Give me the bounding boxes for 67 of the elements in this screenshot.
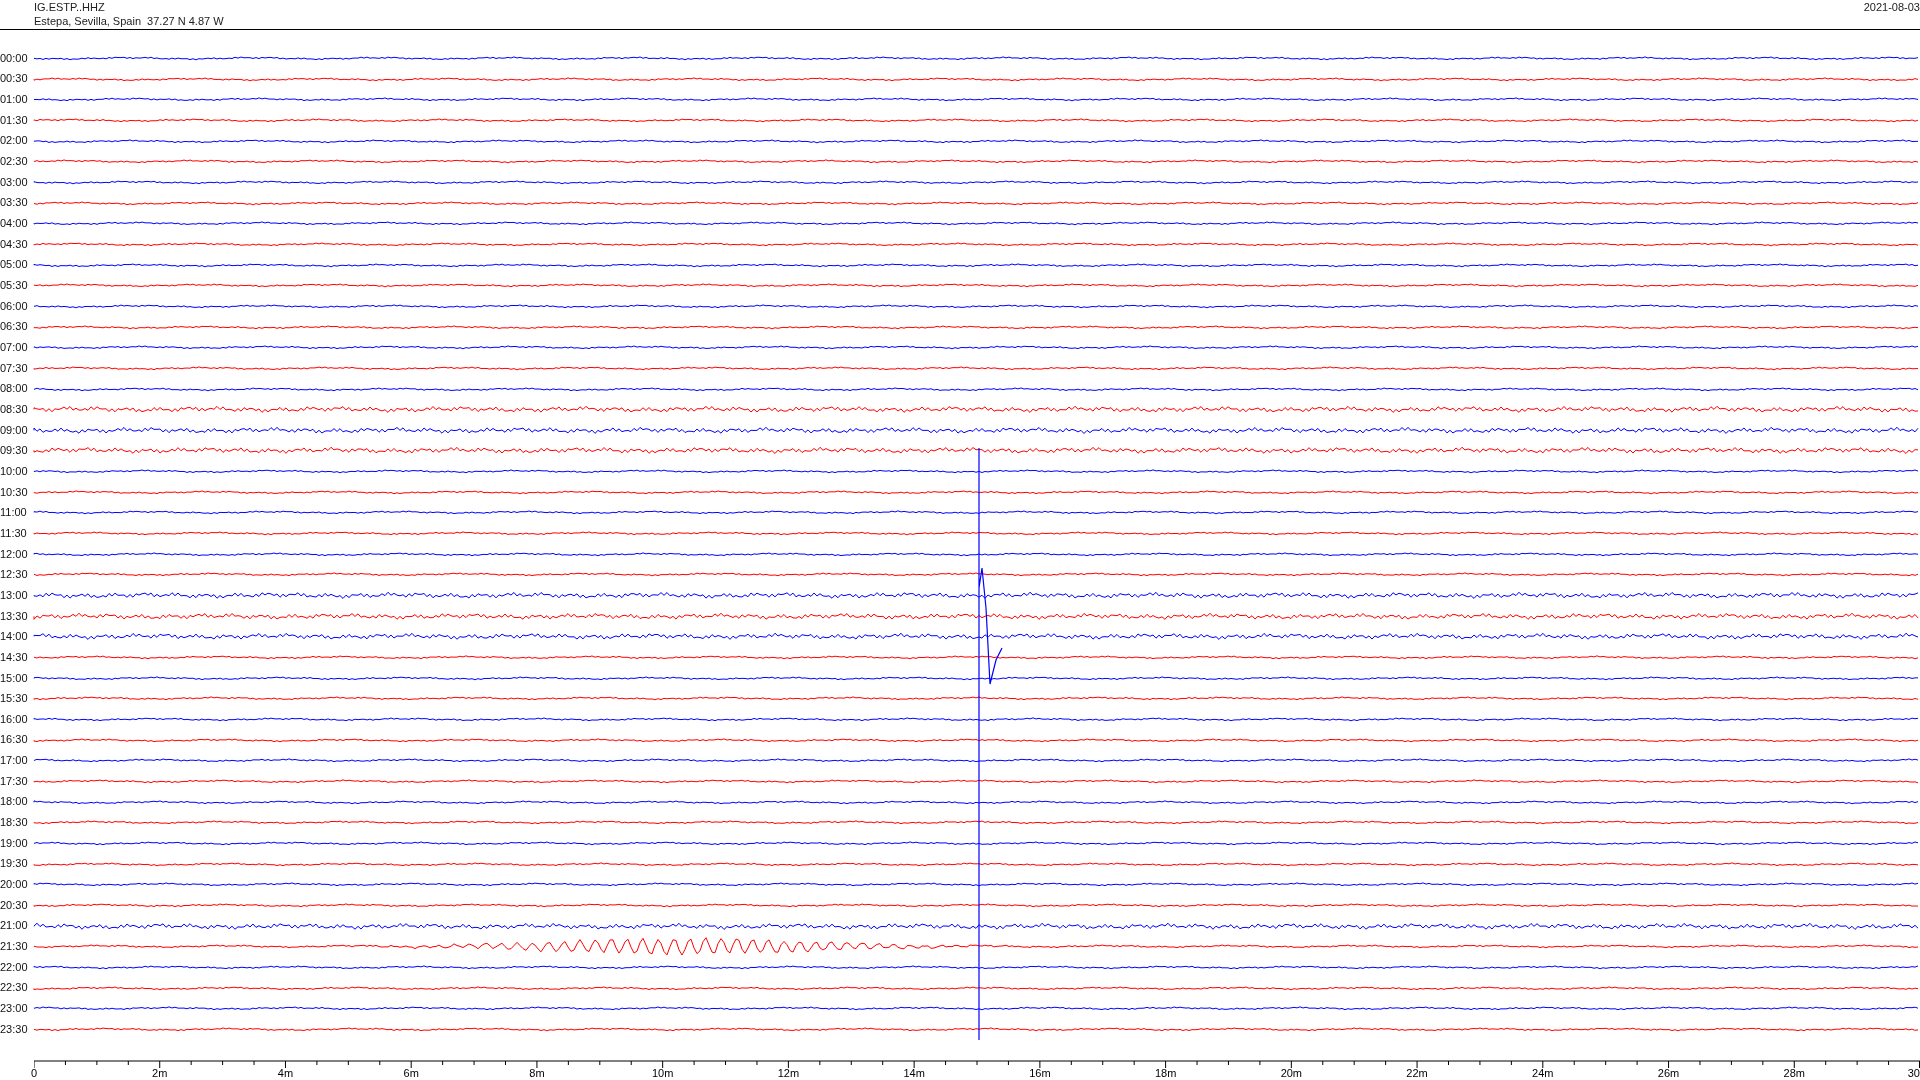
hour-label: 08:30: [0, 404, 29, 415]
time-tick-label: 14m: [903, 1067, 925, 1079]
hour-label: 09:00: [0, 424, 29, 436]
hour-label: 18:00: [0, 796, 29, 808]
hour-label: 00:00: [0, 52, 29, 64]
hour-label: 09:30: [0, 445, 29, 457]
hour-label: 03:00: [0, 176, 29, 188]
time-tick-label: 22m: [1406, 1067, 1428, 1079]
hour-label: 13:30: [0, 610, 29, 622]
hour-label: 01:00: [0, 94, 29, 106]
time-tick-label: 12m: [777, 1067, 800, 1079]
hour-label: 12:00: [0, 548, 29, 560]
hour-label: 12:30: [0, 569, 29, 581]
hour-label: 19:00: [0, 837, 29, 849]
hour-label: 23:00: [0, 1003, 29, 1014]
time-tick-label: 2m: [152, 1067, 168, 1079]
hour-label: 02:00: [0, 135, 29, 147]
hour-label: 06:00: [0, 300, 29, 312]
time-tick-label: 28m: [1783, 1067, 1805, 1079]
hour-label: 04:30: [0, 238, 29, 250]
time-tick-label: 24m: [1532, 1067, 1554, 1079]
hour-label: 05:30: [0, 280, 29, 292]
hour-label: 19:30: [0, 858, 29, 870]
hour-label: 07:00: [0, 342, 29, 353]
record-date: 2021-08-03: [1863, 0, 1920, 15]
hour-label: 11:30: [0, 527, 28, 539]
hour-label: 21:30: [0, 941, 29, 953]
hour-label: 22:30: [0, 982, 29, 994]
hour-label: 01:30: [0, 114, 29, 126]
time-tick-label: 6m: [403, 1067, 419, 1079]
station-code: IG.ESTP..HHZ: [34, 0, 106, 14]
hour-label: 08:00: [0, 383, 29, 395]
hour-label: 10:00: [0, 465, 29, 477]
time-tick-label: 18m: [1154, 1067, 1177, 1079]
time-tick-label: 10m: [651, 1067, 674, 1079]
hour-label: 14:30: [0, 651, 29, 663]
hour-label: 22:00: [0, 961, 29, 973]
hour-label: 10:30: [0, 486, 29, 498]
hour-label: 07:30: [0, 362, 29, 374]
hour-label: 17:00: [0, 755, 29, 767]
time-tick-label: 16m: [1029, 1067, 1051, 1079]
hour-label: 15:30: [0, 693, 29, 705]
time-tick-label: 8m: [529, 1067, 545, 1079]
time-tick-label: 0: [31, 1067, 38, 1079]
time-tick-label: 26m: [1657, 1067, 1680, 1079]
station-location: Estepa, Sevilla, Spain 37.27 N 4.87 W: [34, 14, 224, 28]
hour-label: 15:00: [0, 672, 29, 684]
hour-label: 02:30: [0, 156, 29, 168]
hour-label: 17:30: [0, 775, 29, 787]
hour-label: 14:00: [0, 631, 29, 643]
hour-label: 16:00: [0, 713, 29, 725]
hour-label: 20:00: [0, 879, 29, 891]
hour-label: 21:00: [0, 920, 29, 932]
hour-label: 13:00: [0, 589, 29, 601]
hour-label: 18:30: [0, 817, 29, 829]
hour-label: 05:00: [0, 259, 29, 271]
time-tick-label: 20m: [1280, 1067, 1303, 1079]
hour-label: 04:00: [0, 218, 29, 230]
hour-label: 03:30: [0, 197, 29, 209]
hour-label: 00:30: [0, 73, 29, 85]
hour-label: 06:30: [0, 321, 29, 333]
hour-label: 11:00: [0, 507, 28, 519]
hour-label: 16:30: [0, 734, 29, 746]
hour-label: 23:30: [0, 1023, 29, 1035]
time-tick-label: 4m: [277, 1067, 294, 1079]
time-tick-label: 30: [1907, 1067, 1920, 1079]
hour-label: 20:30: [0, 899, 29, 911]
